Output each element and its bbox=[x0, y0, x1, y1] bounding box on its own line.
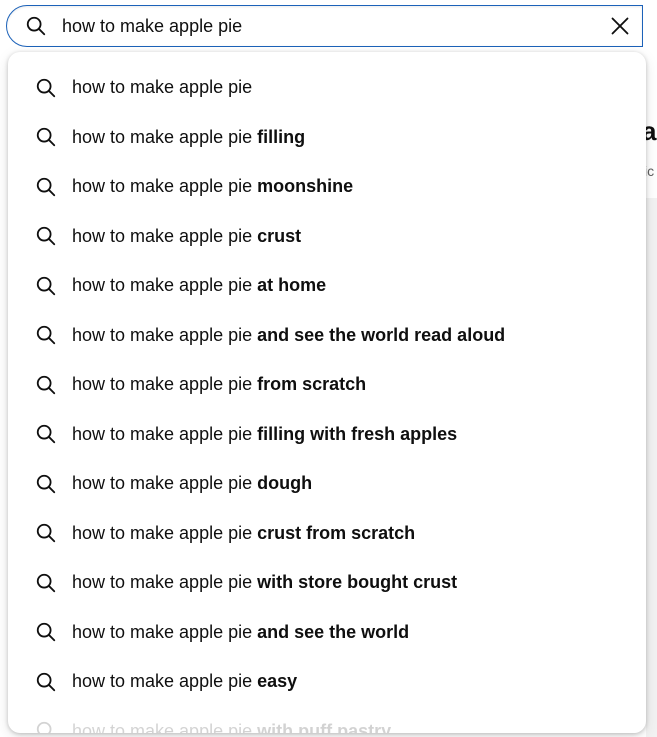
suggestion-query-text: how to make apple pie bbox=[72, 225, 258, 246]
suggestion-completion-text: and see the world bbox=[257, 621, 410, 642]
suggestion-item[interactable]: how to make apple pie with puff pastry bbox=[8, 707, 646, 733]
suggestion-item[interactable]: how to make apple pie crust from scratch bbox=[8, 509, 646, 559]
search-icon bbox=[34, 76, 58, 100]
suggestion-item[interactable]: how to make apple pie filling with fresh… bbox=[8, 410, 646, 460]
suggestion-completion-text: at home bbox=[257, 275, 327, 296]
suggestion-item[interactable]: how to make apple pie from scratch bbox=[8, 360, 646, 410]
search-icon bbox=[34, 521, 58, 545]
suggestion-item[interactable]: how to make apple pie filling bbox=[8, 113, 646, 163]
suggestion-item[interactable]: how to make apple pie crust bbox=[8, 212, 646, 262]
search-bar[interactable] bbox=[6, 5, 643, 47]
search-icon bbox=[34, 323, 58, 347]
page: a ic how to make apple pie how to make ap… bbox=[0, 0, 657, 737]
clear-search-button[interactable] bbox=[600, 6, 640, 46]
search-icon bbox=[34, 670, 58, 694]
search-suggestions-dropdown: how to make apple pie how to make apple p… bbox=[8, 52, 646, 733]
suggestion-query-text: how to make apple pie bbox=[72, 77, 253, 98]
search-icon bbox=[34, 472, 58, 496]
close-icon bbox=[611, 17, 629, 35]
suggestion-completion-text: filling bbox=[257, 126, 306, 147]
suggestion-completion-text: crust bbox=[257, 225, 302, 246]
suggestion-item[interactable]: how to make apple pie and see the world … bbox=[8, 311, 646, 361]
suggestion-query-text: how to make apple pie bbox=[72, 522, 258, 543]
suggestion-query-text: how to make apple pie bbox=[72, 324, 258, 345]
search-icon bbox=[34, 224, 58, 248]
suggestion-completion-text: moonshine bbox=[257, 176, 354, 197]
suggestion-query-text: how to make apple pie bbox=[72, 671, 258, 692]
search-icon bbox=[34, 571, 58, 595]
suggestion-completion-text: and see the world read aloud bbox=[257, 324, 506, 345]
suggestion-completion-text: dough bbox=[257, 473, 313, 494]
search-icon bbox=[34, 373, 58, 397]
suggestion-item[interactable]: how to make apple pie moonshine bbox=[8, 162, 646, 212]
suggestion-completion-text: from scratch bbox=[257, 374, 367, 395]
suggestion-completion-text: with puff pastry bbox=[257, 720, 392, 733]
suggestion-item[interactable]: how to make apple pie dough bbox=[8, 459, 646, 509]
search-icon bbox=[34, 422, 58, 446]
background-content-strip bbox=[646, 198, 657, 737]
suggestion-item[interactable]: how to make apple pie at home bbox=[8, 261, 646, 311]
suggestion-query-text: how to make apple pie bbox=[72, 720, 258, 733]
search-icon bbox=[34, 274, 58, 298]
suggestion-item[interactable]: how to make apple pie bbox=[8, 63, 646, 113]
suggestion-query-text: how to make apple pie bbox=[72, 126, 258, 147]
suggestion-completion-text: crust from scratch bbox=[257, 522, 416, 543]
suggestion-completion-text: with store bought crust bbox=[257, 572, 458, 593]
search-icon bbox=[24, 14, 48, 38]
search-input[interactable] bbox=[62, 12, 600, 40]
suggestion-item[interactable]: how to make apple pie easy bbox=[8, 657, 646, 707]
search-icon bbox=[34, 719, 58, 733]
suggestion-query-text: how to make apple pie bbox=[72, 374, 258, 395]
search-icon bbox=[34, 620, 58, 644]
suggestion-query-text: how to make apple pie bbox=[72, 275, 258, 296]
suggestion-completion-text: filling with fresh apples bbox=[257, 423, 458, 444]
search-icon bbox=[34, 175, 58, 199]
suggestion-query-text: how to make apple pie bbox=[72, 572, 258, 593]
suggestion-item[interactable]: how to make apple pie with store bought … bbox=[8, 558, 646, 608]
suggestion-completion-text: easy bbox=[257, 671, 298, 692]
suggestion-item[interactable]: how to make apple pie and see the world bbox=[8, 608, 646, 658]
suggestion-query-text: how to make apple pie bbox=[72, 423, 258, 444]
suggestion-query-text: how to make apple pie bbox=[72, 473, 258, 494]
suggestion-query-text: how to make apple pie bbox=[72, 621, 258, 642]
search-icon bbox=[34, 125, 58, 149]
suggestion-query-text: how to make apple pie bbox=[72, 176, 258, 197]
